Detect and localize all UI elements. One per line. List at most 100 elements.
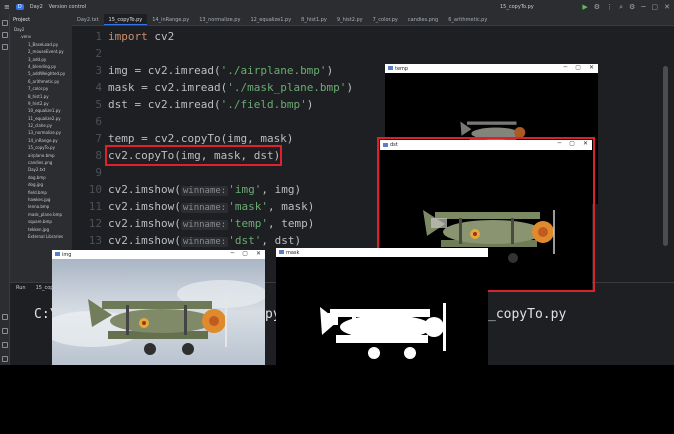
img-window[interactable]: img ─ ▢ ✕ [52,250,265,365]
code-line-7: temp = cv2.copyTo(img, mask) [108,132,294,145]
project-panel: Project Day2 .venv 1_BaseLoad.py 2_mouseEve… [10,14,72,282]
problems-icon[interactable] [2,342,8,348]
run-config-selector[interactable]: 15_copyTo.py [500,4,534,10]
project-badge: D [15,4,24,10]
img-window-title: img [62,251,72,258]
mask-window-title: mask [286,249,300,256]
project-tree-item[interactable]: 3_add.py [10,56,72,63]
mask-window-titlebar[interactable]: mask [276,248,488,257]
line-number: 1 [95,30,102,43]
line-number: 2 [95,47,102,60]
project-tree-item[interactable]: square.bmp [10,218,72,225]
editor-tab[interactable]: 7_color.py [368,14,403,25]
close-icon[interactable]: ✕ [664,3,670,11]
project-tree-item[interactable]: 10_equalize1.py [10,107,72,114]
project-tree-item[interactable]: airplane.bmp [10,152,72,159]
tool-strip [0,14,10,365]
project-tree-item[interactable]: 11_equalize2.py [10,115,72,122]
line-number: 9 [95,166,102,179]
line-number: 3 [95,64,102,77]
project-tree-item[interactable]: Day2.txt [10,166,72,173]
project-tree-item[interactable]: 4_blending.py [10,63,72,70]
param-hint: winname: [180,203,229,213]
project-tree-item[interactable]: 12_clahe.py [10,122,72,129]
structure-icon[interactable] [2,32,8,38]
maximize-icon[interactable]: ▢ [575,64,581,71]
scrollbar-thumb[interactable] [663,66,668,246]
editor-tab-bar: Day2.txt 15_copyTo.py 14_inRange.py 13_norm… [72,14,674,26]
code-line-4: mask = cv2.imread('./mask_plane.bmp') [108,81,354,94]
project-tree-item[interactable]: tekken.jpg [10,226,72,233]
project-tree-item[interactable]: 6_arithmetic.py [10,78,72,85]
editor-tab[interactable]: Day2.txt [72,14,104,25]
project-tree-item[interactable]: lenna.bmp [10,203,72,210]
editor-tab[interactable]: 15_copyTo.py [103,14,148,25]
project-tree-item[interactable]: mask_plane.bmp [10,211,72,218]
terminal-icon[interactable] [2,356,8,362]
run-icon[interactable]: ▶ [582,3,587,11]
maximize-icon[interactable]: ▢ [652,3,659,11]
project-tree-item[interactable]: External Libraries [10,233,72,240]
img-window-titlebar[interactable]: img ─ ▢ ✕ [52,250,265,259]
project-tree-item[interactable]: 15_copyTo.py [10,144,72,151]
close-icon[interactable]: ✕ [589,64,594,71]
minimize-icon[interactable]: ─ [641,3,645,11]
version-control-menu[interactable]: Version control [49,4,86,10]
editor-tab[interactable]: 6_arithmetic.py [443,14,492,25]
folder-icon[interactable] [2,20,8,26]
code-line-10: cv2.imshow(winname:'img', img) [108,183,302,196]
line-number: 11 [88,200,102,213]
mask-image [320,303,446,359]
editor-tab[interactable]: 8_hist1.py [296,14,332,25]
project-tree-item[interactable]: candies.png [10,159,72,166]
project-tree-item[interactable]: field.bmp [10,189,72,196]
python-packages-icon[interactable] [2,314,8,320]
project-tree-item[interactable]: .venv [10,33,72,40]
project-tree: Day2 .venv 1_BaseLoad.py 2_mouseEvent.py 3_a… [10,26,72,240]
project-tree-item[interactable]: 7_color.py [10,85,72,92]
more-tools-icon[interactable] [2,44,8,50]
param-hint: winname: [180,220,229,230]
window-app-icon [279,250,284,254]
code-line-12: cv2.imshow(winname:'temp', temp) [108,217,315,230]
project-tree-item[interactable]: 1_BaseLoad.py [10,41,72,48]
project-switcher[interactable]: Day2 [30,4,43,10]
editor-tab[interactable]: 14_inRange.py [147,14,194,25]
project-panel-header: Project [13,17,31,23]
code-line-13: cv2.imshow(winname:'dst', dst) [108,234,302,247]
debug-icon[interactable]: ⚙ [594,3,600,11]
editor-scrollbar[interactable] [658,26,674,282]
minimize-icon[interactable]: ─ [231,250,235,257]
line-number: 4 [95,81,102,94]
editor-tab[interactable]: 9_hist2.py [332,14,368,25]
project-tree-item[interactable]: 9_hist2.py [10,100,72,107]
maximize-icon[interactable]: ▢ [242,250,248,257]
search-icon[interactable]: ⌕ [619,3,623,12]
project-tree-item[interactable]: 2_mouseEvent.py [10,48,72,55]
code-line-5: dst = cv2.imread('./field.bmp') [108,98,314,111]
project-tree-item[interactable]: dog.bmp [10,174,72,181]
project-tree-item[interactable]: 14_inRange.py [10,137,72,144]
editor-tab[interactable]: candies.png [403,14,443,25]
temp-window-titlebar[interactable]: temp ─ ▢ ✕ [385,64,598,73]
temp-window-title: temp [395,65,409,72]
close-icon[interactable]: ✕ [256,250,261,257]
menu-icon[interactable]: ≡ [4,3,10,11]
more-icon[interactable]: ⋮ [606,3,613,11]
line-number: 10 [88,183,102,196]
project-tree-item[interactable]: hawkes.jpg [10,196,72,203]
line-number: 6 [95,115,102,128]
project-tree-item[interactable]: 8_hist1.py [10,93,72,100]
python-console-icon[interactable] [2,328,8,334]
settings-icon[interactable]: ⚙ [629,3,635,11]
mask-window[interactable]: mask [276,248,488,365]
project-tree-item[interactable]: dog.jpg [10,181,72,188]
editor-tab[interactable]: 13_normalize.py [194,14,245,25]
minimize-icon[interactable]: ─ [564,64,568,71]
project-tree-item[interactable]: 5_addWeighted.py [10,70,72,77]
project-tree-item[interactable]: 13_normalize.py [10,129,72,136]
project-tree-item[interactable]: Day2 [10,26,72,33]
title-bar: ≡ D Day2 Version control 15_copyTo.py ▶ … [0,0,674,14]
editor-tab[interactable]: 12_equalize1.py [245,14,296,25]
line-number: 5 [95,98,102,111]
